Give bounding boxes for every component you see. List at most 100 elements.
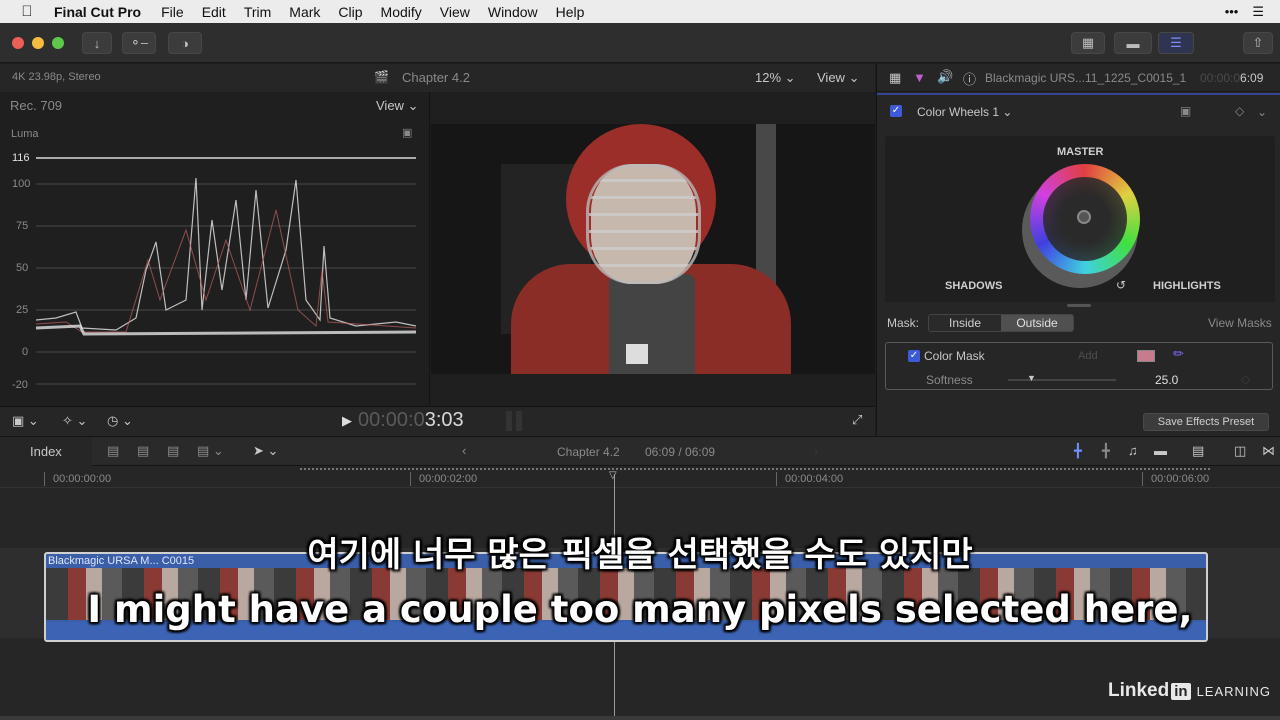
- inspector-header: ▦ ▼ 🔊 ⓘ Blackmagic URS...11_1225_C0015_1…: [877, 64, 1280, 92]
- video-viewer[interactable]: [431, 92, 875, 406]
- scope-settings-icon[interactable]: ▣: [402, 126, 412, 139]
- minimize-window-button[interactable]: [32, 37, 44, 49]
- add-mask-button[interactable]: Add: [1078, 350, 1098, 362]
- menu-modify[interactable]: Modify: [381, 4, 422, 20]
- view-masks-button[interactable]: View Masks: [1208, 316, 1272, 330]
- overwrite-edit-icon[interactable]: ▤ ⌄: [197, 443, 224, 459]
- apple-icon[interactable]: : [0, 3, 54, 20]
- sliders-icon: ☰: [1170, 35, 1182, 50]
- timeline-position: 06:09 / 06:09: [645, 445, 716, 459]
- scope-view-menu[interactable]: View ⌄: [376, 98, 418, 114]
- color-wheels-checkbox[interactable]: ✓: [890, 105, 902, 117]
- transform-menu[interactable]: ✧ ⌄: [62, 413, 87, 429]
- back-arrow-icon[interactable]: ‹: [462, 443, 466, 458]
- share-icon: ⇧: [1252, 35, 1264, 50]
- inspector-timecode-dim: 00:00:0: [1200, 71, 1241, 85]
- progress-circle-icon: ◑: [181, 35, 189, 51]
- info-inspector-icon[interactable]: ⓘ: [963, 69, 976, 88]
- mask-label: Mask:: [887, 316, 920, 330]
- menu-trim[interactable]: Trim: [244, 4, 271, 20]
- menu-app-name[interactable]: Final Cut Pro: [54, 4, 141, 20]
- effects-browser-icon[interactable]: ⋈: [1262, 443, 1275, 459]
- keyframe-icon[interactable]: ◇: [1235, 104, 1244, 118]
- ruler-label-6: 00:00:06:00: [1151, 473, 1210, 485]
- mask-row: Mask: Inside Outside View Masks: [877, 312, 1280, 334]
- timeline-toggle-button[interactable]: ▬: [1114, 32, 1152, 54]
- eyedropper-icon[interactable]: ✏: [1173, 346, 1184, 362]
- playhead-handle[interactable]: ▽: [609, 470, 617, 481]
- chevron-down-icon: ⌄: [848, 70, 860, 85]
- close-window-button[interactable]: [12, 37, 24, 49]
- resize-handle[interactable]: [1067, 304, 1091, 307]
- menu-window[interactable]: Window: [488, 4, 538, 20]
- softness-value[interactable]: 25.0: [1155, 373, 1178, 387]
- keyframe-icon[interactable]: ◇: [1241, 372, 1250, 386]
- wheel-highlights-label: HIGHLIGHTS: [1153, 280, 1221, 292]
- reset-icon[interactable]: ↺: [1116, 278, 1126, 292]
- snapping-icon[interactable]: ▤: [1192, 443, 1204, 459]
- video-frame: [431, 124, 875, 374]
- background-tasks-button[interactable]: ◑: [168, 32, 202, 54]
- keywords-button[interactable]: ⚬–: [122, 32, 156, 54]
- inspector-toggle-button[interactable]: ☰: [1158, 32, 1194, 54]
- timeline-title: Chapter 4.2: [557, 445, 620, 459]
- color-inspector-icon[interactable]: ▼: [913, 70, 926, 85]
- solo-icon[interactable]: ▬: [1154, 443, 1167, 458]
- menu-edit[interactable]: Edit: [202, 4, 226, 20]
- chevron-down-icon[interactable]: ⌄: [1257, 105, 1267, 119]
- softness-slider-thumb[interactable]: ▼: [1027, 373, 1036, 383]
- effect-dropdown[interactable]: Color Wheels 1 ⌄: [917, 105, 1012, 119]
- menu-file[interactable]: File: [161, 4, 184, 20]
- browser-toggle-button[interactable]: ▦: [1071, 32, 1105, 54]
- zoom-dropdown[interactable]: 12% ⌄: [755, 70, 796, 86]
- more-icon[interactable]: •••: [1225, 4, 1239, 19]
- menu-clip[interactable]: Clip: [338, 4, 362, 20]
- audio-skimming-icon[interactable]: ╋: [1102, 443, 1110, 459]
- viewer-view-menu[interactable]: View ⌄: [817, 70, 859, 86]
- index-button[interactable]: Index: [30, 444, 62, 459]
- mask-color-swatch[interactable]: [1137, 350, 1155, 362]
- scope-mode-label: Luma: [11, 128, 39, 140]
- render-indicator: [300, 468, 1210, 470]
- mask-outside-button[interactable]: Outside: [1001, 315, 1073, 331]
- zoom-window-button[interactable]: [52, 37, 64, 49]
- forward-arrow-icon[interactable]: ›: [814, 443, 818, 458]
- video-inspector-icon[interactable]: ▦: [889, 70, 901, 86]
- select-tool-icon[interactable]: ➤ ⌄: [253, 443, 278, 459]
- viewer-display-menu[interactable]: ▣ ⌄: [12, 413, 39, 429]
- viewer-header: 4K 23.98p, Stereo 🎬 Chapter 4.2 12% ⌄ Vi…: [0, 64, 875, 92]
- clip-appearance-icon[interactable]: ◫: [1234, 443, 1246, 459]
- viewer-title: Chapter 4.2: [402, 70, 470, 85]
- menu-help[interactable]: Help: [556, 4, 585, 20]
- scope-view-label: View: [376, 98, 404, 113]
- waveform-scope: Rec. 709 View ⌄ Luma ▣ 116 100 75 50 25 …: [0, 92, 430, 406]
- mask-shape-icon[interactable]: ▣: [1180, 104, 1191, 118]
- append-edit-icon[interactable]: ▤: [167, 443, 179, 459]
- menu-mark[interactable]: Mark: [289, 4, 320, 20]
- mask-inside-button[interactable]: Inside: [929, 315, 1001, 331]
- color-wheels-area: MASTER ↺ SHADOWS HIGHLIGHTS: [885, 136, 1275, 302]
- share-button[interactable]: ⇧: [1243, 32, 1273, 54]
- timecode-display[interactable]: 00:00:03:03: [358, 409, 464, 432]
- grid-icon: ▦: [1081, 35, 1095, 50]
- wheel-puck[interactable]: [1077, 210, 1091, 224]
- timeline-scrollbar[interactable]: [0, 716, 1280, 720]
- softness-slider[interactable]: [1008, 379, 1116, 381]
- color-mask-checkbox[interactable]: ✓: [908, 350, 920, 362]
- transport-bar: ▣ ⌄ ✧ ⌄ ◷ ⌄ ▶ 00:00:03:03 ⤢: [0, 406, 875, 436]
- play-button[interactable]: ▶: [342, 413, 352, 429]
- audio-inspector-icon[interactable]: 🔊: [937, 69, 953, 85]
- retime-menu[interactable]: ◷ ⌄: [107, 413, 133, 429]
- menu-view[interactable]: View: [440, 4, 470, 20]
- skimming-icon[interactable]: ╋: [1074, 443, 1082, 459]
- timeline-ruler[interactable]: 00:00:00:00 00:00:02:00 00:00:04:00 00:0…: [0, 466, 1280, 488]
- ruler-label-2: 00:00:02:00: [419, 473, 478, 485]
- headphones-icon[interactable]: ♫: [1128, 443, 1138, 458]
- list-icon[interactable]: ☰: [1252, 4, 1264, 20]
- fullscreen-icon[interactable]: ⤢: [852, 412, 862, 428]
- import-button[interactable]: ↓: [82, 32, 112, 54]
- scope-tick-minus20: -20: [12, 379, 28, 391]
- insert-edit-icon[interactable]: ▤: [137, 443, 149, 459]
- connect-edit-icon[interactable]: ▤: [107, 443, 119, 459]
- save-effects-preset-button[interactable]: Save Effects Preset: [1143, 413, 1269, 431]
